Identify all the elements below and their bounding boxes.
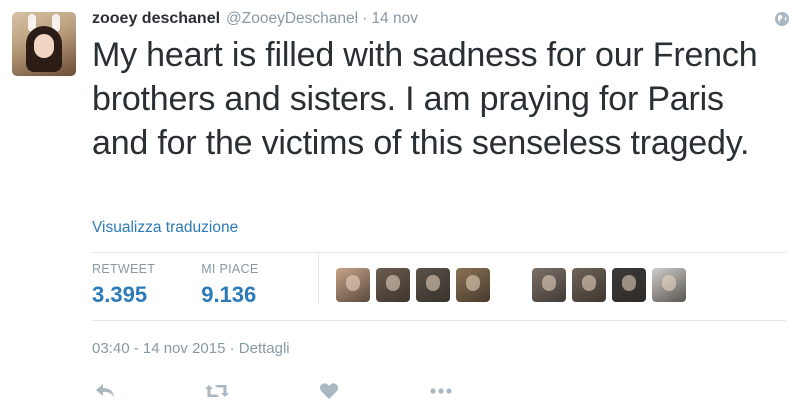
avatar-figure xyxy=(622,275,636,291)
divider-bottom xyxy=(92,320,786,321)
retweet-icon xyxy=(205,385,229,397)
avatar-figure xyxy=(386,275,400,291)
retweet-label: RETWEET xyxy=(92,262,156,276)
liker-avatar-7[interactable] xyxy=(612,268,646,302)
avatar-face xyxy=(34,34,54,58)
avatar-figure xyxy=(662,275,676,291)
like-label: MI PIACE xyxy=(201,262,259,276)
tweet-stats: RETWEET 3.395 MI PIACE 9.136 xyxy=(92,262,305,312)
liker-avatar-5[interactable] xyxy=(532,268,566,302)
avatar-figure xyxy=(346,275,360,291)
avatar-figure xyxy=(542,275,556,291)
reply-icon xyxy=(96,384,114,397)
liker-avatars xyxy=(336,268,692,302)
tweet-time[interactable]: 14 nov xyxy=(371,10,418,28)
reply-button[interactable] xyxy=(92,378,118,404)
globe-icon[interactable] xyxy=(774,11,790,27)
author-avatar[interactable] xyxy=(12,12,76,76)
avatar-figure xyxy=(582,275,596,291)
more-icon xyxy=(430,388,452,394)
like-count: 9.136 xyxy=(201,282,257,307)
tweet-actions xyxy=(92,378,540,404)
translate-link[interactable]: Visualizza traduzione xyxy=(92,219,238,237)
retweet-count: 3.395 xyxy=(92,282,148,307)
author-handle[interactable]: @ZooeyDeschanel xyxy=(226,10,358,28)
divider-top xyxy=(92,252,786,253)
liker-avatar-2[interactable] xyxy=(376,268,410,302)
liker-avatar-6[interactable] xyxy=(572,268,606,302)
avatar-figure xyxy=(466,275,480,291)
heart-icon xyxy=(319,383,339,399)
retweet-stat[interactable]: RETWEET 3.395 xyxy=(92,262,155,312)
more-button[interactable] xyxy=(428,378,454,404)
author-name[interactable]: zooey deschanel xyxy=(92,10,220,28)
avatar-figure xyxy=(426,275,440,291)
liker-avatar-8[interactable] xyxy=(652,268,686,302)
tweet-header: zooey deschanel @ZooeyDeschanel · 14 nov xyxy=(92,10,418,32)
liker-avatar-1[interactable] xyxy=(336,268,370,302)
like-button[interactable] xyxy=(316,378,342,404)
tweet-datetime[interactable]: 03:40 - 14 nov 2015 · Dettagli xyxy=(92,340,290,357)
like-stat[interactable]: MI PIACE 9.136 xyxy=(201,262,258,312)
retweet-button[interactable] xyxy=(204,378,230,404)
stats-separator xyxy=(318,254,319,304)
liker-avatar-3[interactable] xyxy=(416,268,450,302)
header-separator: · xyxy=(362,10,368,27)
liker-avatar-4[interactable] xyxy=(456,268,490,302)
tweet-text: My heart is filled with sadness for our … xyxy=(92,36,758,162)
